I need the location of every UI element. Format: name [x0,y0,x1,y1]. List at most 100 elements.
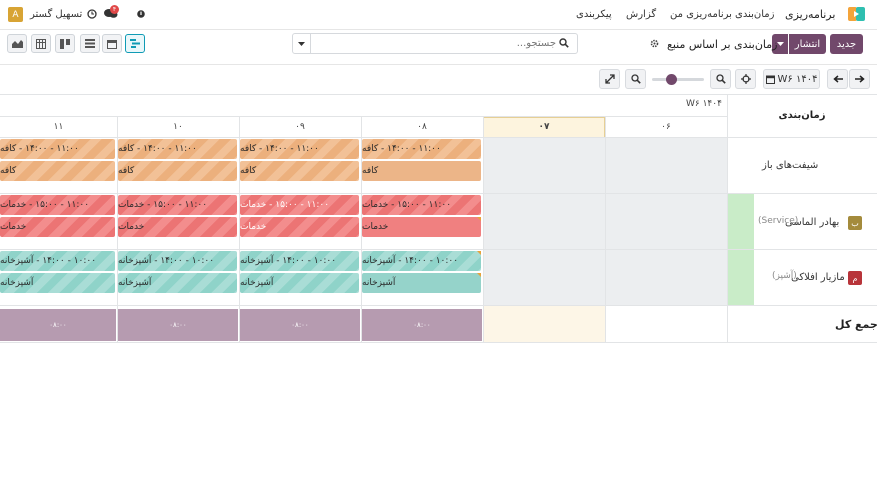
expand-button[interactable] [599,69,620,89]
list-view-button[interactable] [80,34,100,53]
zoom-out-button[interactable] [625,69,646,89]
menu-configuration[interactable]: پیکربندی [576,9,612,20]
shift-pill[interactable]: ۱۱:۰۰ - ۱۴:۰۰ - کافه [0,139,115,159]
planning-app-icon[interactable] [848,7,865,21]
area-chart-icon [11,40,23,48]
zoom-in-button[interactable] [710,69,731,89]
shift-pill[interactable]: ۱۰:۰۰ - ۱۴:۰۰ - آشپزخانه [0,251,115,271]
arrow-right-icon [854,75,865,83]
shift-pill[interactable]: کافه [362,161,481,181]
crosshairs-icon [740,74,751,84]
shift-corner-marker [477,273,481,277]
kanban-view-button[interactable] [55,34,75,53]
column-header-10: ۱۰ [173,122,183,132]
gantt-view-icon [130,39,140,48]
grid-line [0,249,877,250]
arrow-left-icon [832,75,843,83]
list-icon [85,39,95,48]
shift-pill[interactable]: ۱۱:۰۰ - ۱۴:۰۰ - کافه [118,139,237,159]
next-period-button[interactable] [849,69,870,89]
chat-count-badge: ۴ [110,5,119,14]
total-cell: ۰۸:۰۰ [0,309,116,341]
gantt-corner-label: زمان‌بندی [778,110,826,121]
shift-pill[interactable]: کافه [240,161,359,181]
calendar-icon [765,75,775,84]
shift-pill[interactable]: آشپزخانه [240,273,359,293]
shift-pill[interactable]: ۱۰:۰۰ - ۱۴:۰۰ - آشپزخانه [240,251,359,271]
shift-pill[interactable]: آشپزخانه [362,273,481,293]
search-input[interactable] [312,35,556,52]
shift-pill[interactable]: ۱۱:۰۰ - ۱۵:۰۰ - خدمات [118,195,237,215]
activity-icon[interactable] [137,10,145,18]
shift-pill[interactable]: ۱۰:۰۰ - ۱۴:۰۰ - آشپزخانه [118,251,237,271]
user-name[interactable]: تسهیل گستر [30,9,82,20]
column-header-08: ۰۸ [417,122,427,132]
column-header-11: ۱۱ [53,122,64,132]
row-label-employee-role: (آشپز) [772,271,797,281]
period-label: W۶ ۱۴۰۴ [777,73,818,85]
menu-my-planning[interactable]: برنامه‌ریزی من [670,9,732,20]
menu-schedule[interactable]: زمان‌بندی [735,9,774,20]
app-name[interactable]: برنامه‌ریزی [785,8,835,21]
shift-pill[interactable]: ۱۱:۰۰ - ۱۵:۰۰ - خدمات [362,195,481,215]
total-row-label: جمع کل [835,318,877,331]
shift-pill[interactable]: ۱۱:۰۰ - ۱۴:۰۰ - کافه [240,139,359,159]
expand-icon [604,74,615,84]
shift-pill[interactable]: ۱۰:۰۰ - ۱۴:۰۰ - آشپزخانه [362,251,481,271]
row-label-employee-name[interactable]: مازیار افلاکی [791,272,845,283]
gantt-view-button[interactable] [125,34,145,53]
caret-down-icon [297,41,305,46]
row-label-open-shifts[interactable]: شیفت‌های باز [762,160,818,171]
employee-avatar: ب [848,216,862,230]
menu-reporting[interactable]: گزارش [626,9,656,20]
publish-button[interactable]: انتشار [789,34,826,54]
shift-pill[interactable]: کافه [0,161,115,181]
graph-view-button[interactable] [7,34,27,53]
previous-period-button[interactable] [827,69,848,89]
shift-pill[interactable]: خدمات [240,217,359,237]
new-button[interactable]: جدید [830,34,863,54]
week-label: W۶ ۱۴۰۴ [686,99,722,109]
grid-line [0,137,877,138]
column-header-06: ۰۶ [661,122,671,132]
search-options-toggle[interactable] [292,33,311,54]
clock-icon[interactable] [87,9,97,19]
total-cell: ۰۸:۰۰ [240,309,360,341]
column-header-09: ۰۹ [295,122,305,132]
user-avatar[interactable]: A [8,7,23,22]
shift-pill[interactable]: آشپزخانه [0,273,115,293]
shift-pill[interactable]: خدمات [0,217,115,237]
shift-pill[interactable]: خدمات [362,217,481,237]
pivot-icon [36,38,46,49]
period-picker-button[interactable]: W۶ ۱۴۰۴ [763,69,820,89]
kanban-icon [60,38,70,49]
shift-corner-marker [477,251,481,255]
focus-today-button[interactable] [735,69,756,89]
calendar-view-button[interactable] [102,34,122,53]
shift-pill[interactable]: کافه [118,161,237,181]
employee-avatar: م [848,271,862,285]
grid-line [0,193,877,194]
shift-pill[interactable]: خدمات [118,217,237,237]
zoom-slider[interactable] [652,78,704,81]
view-title: زمان‌بندی بر اساس منبع [667,38,778,51]
grid-line [605,116,606,342]
shift-corner-marker [477,217,481,221]
grid-line [0,305,877,306]
availability-indicator [727,194,754,306]
pivot-view-button[interactable] [31,34,51,53]
grid-line [0,342,877,343]
zoom-in-icon [715,74,726,84]
divider [0,64,877,65]
total-cell: ۰۸:۰۰ [118,309,238,341]
shift-pill[interactable]: آشپزخانه [118,273,237,293]
search-icon[interactable] [559,38,569,48]
gear-icon[interactable] [650,39,659,48]
zoom-slider-handle[interactable] [666,74,677,85]
zoom-out-icon [630,74,641,84]
shift-pill[interactable]: ۱۱:۰۰ - ۱۵:۰۰ - خدمات [240,195,359,215]
shift-pill[interactable]: ۱۱:۰۰ - ۱۵:۰۰ - خدمات [0,195,115,215]
shift-pill[interactable]: ۱۱:۰۰ - ۱۴:۰۰ - کافه [362,139,481,159]
column-header-07: ۰۷ [538,122,550,132]
row-label-employee-role: (Service) [758,216,799,226]
